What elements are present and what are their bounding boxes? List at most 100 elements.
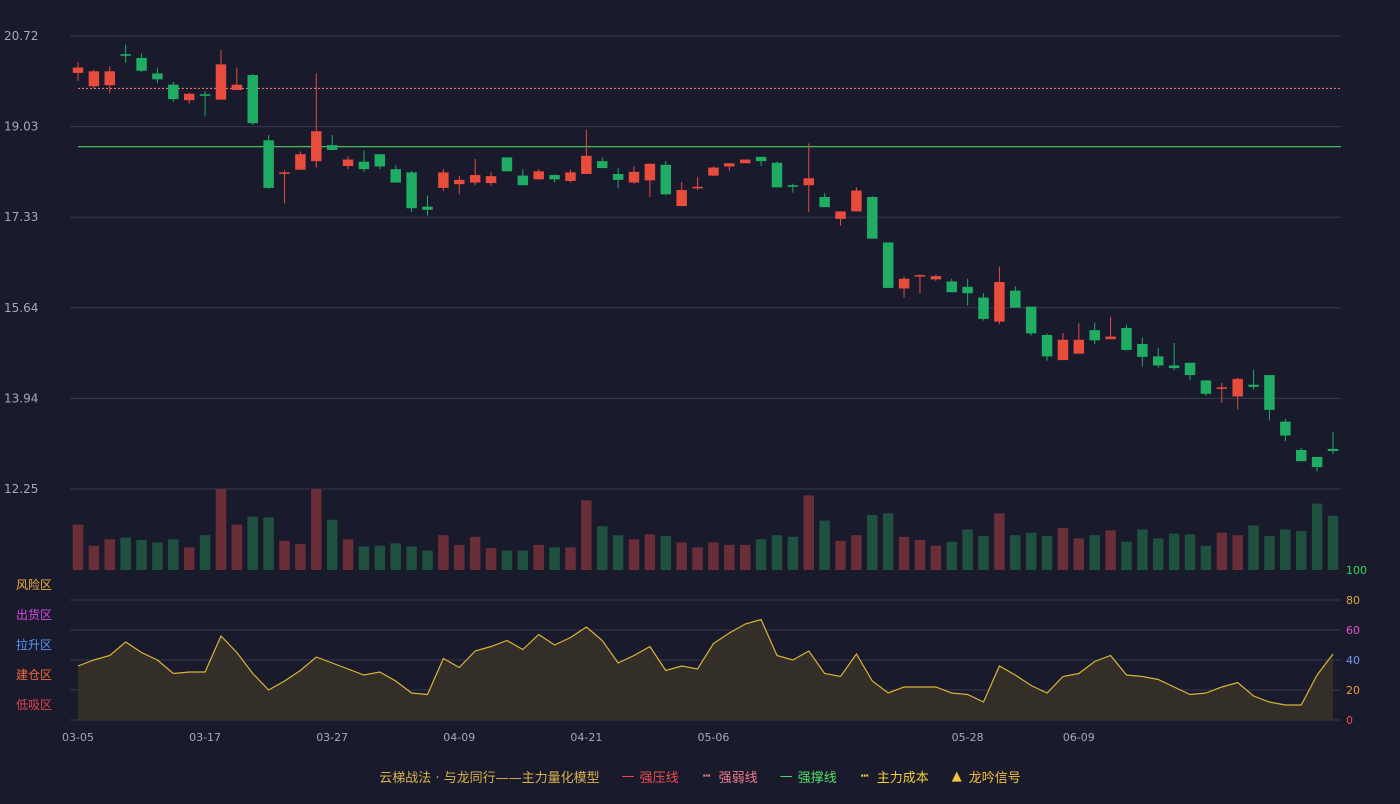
legend-item-strong-support[interactable]: — 强撑线 xyxy=(780,767,837,786)
volume-bar xyxy=(1327,515,1339,570)
triangle-up-icon: ▲ xyxy=(951,768,962,784)
volume-bar xyxy=(787,536,799,570)
candle-body xyxy=(1105,336,1116,340)
candle-body xyxy=(676,190,687,207)
volume-bar xyxy=(1216,532,1228,570)
legend-item-main-cost[interactable]: ┅ 主力成本 xyxy=(859,767,929,786)
zone-labels: 风险区出货区拉升区建仓区低吸区 xyxy=(16,577,52,712)
volume-bar xyxy=(914,540,926,570)
candle-body xyxy=(549,175,560,180)
volume-bar xyxy=(406,546,417,570)
volume-bar xyxy=(644,534,656,570)
candle-body xyxy=(295,154,306,170)
candle-body xyxy=(882,242,894,288)
volume-bar xyxy=(1184,534,1196,570)
legend-item-strong-pressure[interactable]: — 强压线 xyxy=(622,767,679,786)
candle-body xyxy=(168,84,179,100)
legend-label-strong-weak: 强弱线 xyxy=(718,770,758,786)
volume-bar xyxy=(1073,538,1085,570)
price-tick-label: 12.25 xyxy=(4,482,38,496)
legend-item-title[interactable]: 云梯战法 · 与龙同行——主力量化模型 xyxy=(379,767,599,786)
candle-body xyxy=(739,159,751,164)
chart-svg: 20.72 19.03 17.33 15.64 13.94 12.25 100 80 60 40… xyxy=(4,29,1367,744)
candle-body xyxy=(771,162,783,188)
volume-bar xyxy=(978,535,989,570)
volume-bar xyxy=(1041,535,1053,570)
volume-bar xyxy=(247,516,258,570)
zone-label: 拉升区 xyxy=(16,637,52,652)
volume-bar xyxy=(739,544,751,570)
date-tick-label: 03-05 xyxy=(62,731,94,744)
candle-body xyxy=(1010,290,1021,308)
volume-bar xyxy=(104,539,116,570)
volume-bar xyxy=(295,544,306,570)
zone-label: 低吸区 xyxy=(16,698,52,712)
price-tick-label: 19.03 xyxy=(4,120,38,134)
candle-body xyxy=(581,155,592,174)
candle-body xyxy=(406,172,417,209)
date-tick-label: 05-06 xyxy=(697,731,729,744)
date-tick-label: 05-28 xyxy=(952,731,984,744)
volume-bar xyxy=(660,535,672,570)
candle-body xyxy=(422,206,433,210)
candle-body xyxy=(835,211,846,219)
volume-bar xyxy=(1311,503,1323,570)
volume-bar xyxy=(581,500,592,570)
legend-item-dragon-signal[interactable]: ▲ 龙吟信号 xyxy=(951,767,1021,786)
candle-body xyxy=(1248,384,1259,387)
candle-body xyxy=(1200,380,1212,394)
volume-bar xyxy=(263,517,274,570)
candle-body xyxy=(485,176,497,184)
candle-body xyxy=(930,276,942,280)
volume-bar xyxy=(1105,530,1116,570)
volume-bar xyxy=(215,489,227,570)
volume-bar xyxy=(835,540,846,570)
volume-bar xyxy=(136,540,147,570)
candle-body xyxy=(152,73,163,80)
zone-label: 建仓区 xyxy=(16,668,52,682)
candle-body xyxy=(1073,339,1085,354)
candle-body xyxy=(501,157,513,172)
volume-bar xyxy=(708,542,719,570)
zone-label: 出货区 xyxy=(16,607,52,622)
volume-bar xyxy=(454,544,465,570)
candle-body xyxy=(1264,375,1275,410)
date-tick-label: 06-09 xyxy=(1063,731,1095,744)
candle-body xyxy=(199,94,211,96)
volume-bar xyxy=(311,489,322,570)
volume-bar xyxy=(803,495,815,570)
volume-bar xyxy=(867,514,878,570)
volume-bar xyxy=(517,550,529,570)
legend-item-strong-weak[interactable]: ┅ 强弱线 xyxy=(701,767,758,786)
volume-bar xyxy=(1232,535,1243,570)
dash-icon: — xyxy=(621,768,635,784)
candle-body xyxy=(1311,456,1323,468)
candle-body xyxy=(803,178,815,186)
candle-body xyxy=(708,167,719,176)
volume-bar xyxy=(1025,532,1037,570)
candle-body xyxy=(517,175,529,186)
oscillator-tick-label: 40 xyxy=(1346,654,1360,667)
dotted-dash-icon: ┅ xyxy=(702,768,711,784)
candle-body xyxy=(1184,362,1196,376)
candle-body xyxy=(1216,387,1228,389)
candle-body xyxy=(596,161,608,169)
candle-body xyxy=(819,196,830,208)
dash-icon: — xyxy=(779,768,793,784)
volume-bar xyxy=(88,545,100,570)
candle-body xyxy=(851,190,862,212)
candle-body xyxy=(1327,448,1339,452)
volume-bar xyxy=(692,547,703,570)
volume-bar xyxy=(374,545,386,570)
volume-bar xyxy=(1248,525,1259,570)
zone-label: 风险区 xyxy=(16,577,52,592)
volume-bar xyxy=(501,550,513,570)
price-tick-label: 17.33 xyxy=(4,210,38,224)
volume-bar xyxy=(851,535,862,570)
candle-body xyxy=(978,297,989,319)
volume-bar xyxy=(422,550,433,570)
candle-body xyxy=(183,93,195,101)
date-tick-label: 03-27 xyxy=(316,731,348,744)
candle-body xyxy=(1041,334,1053,357)
candle-body xyxy=(1089,330,1100,341)
